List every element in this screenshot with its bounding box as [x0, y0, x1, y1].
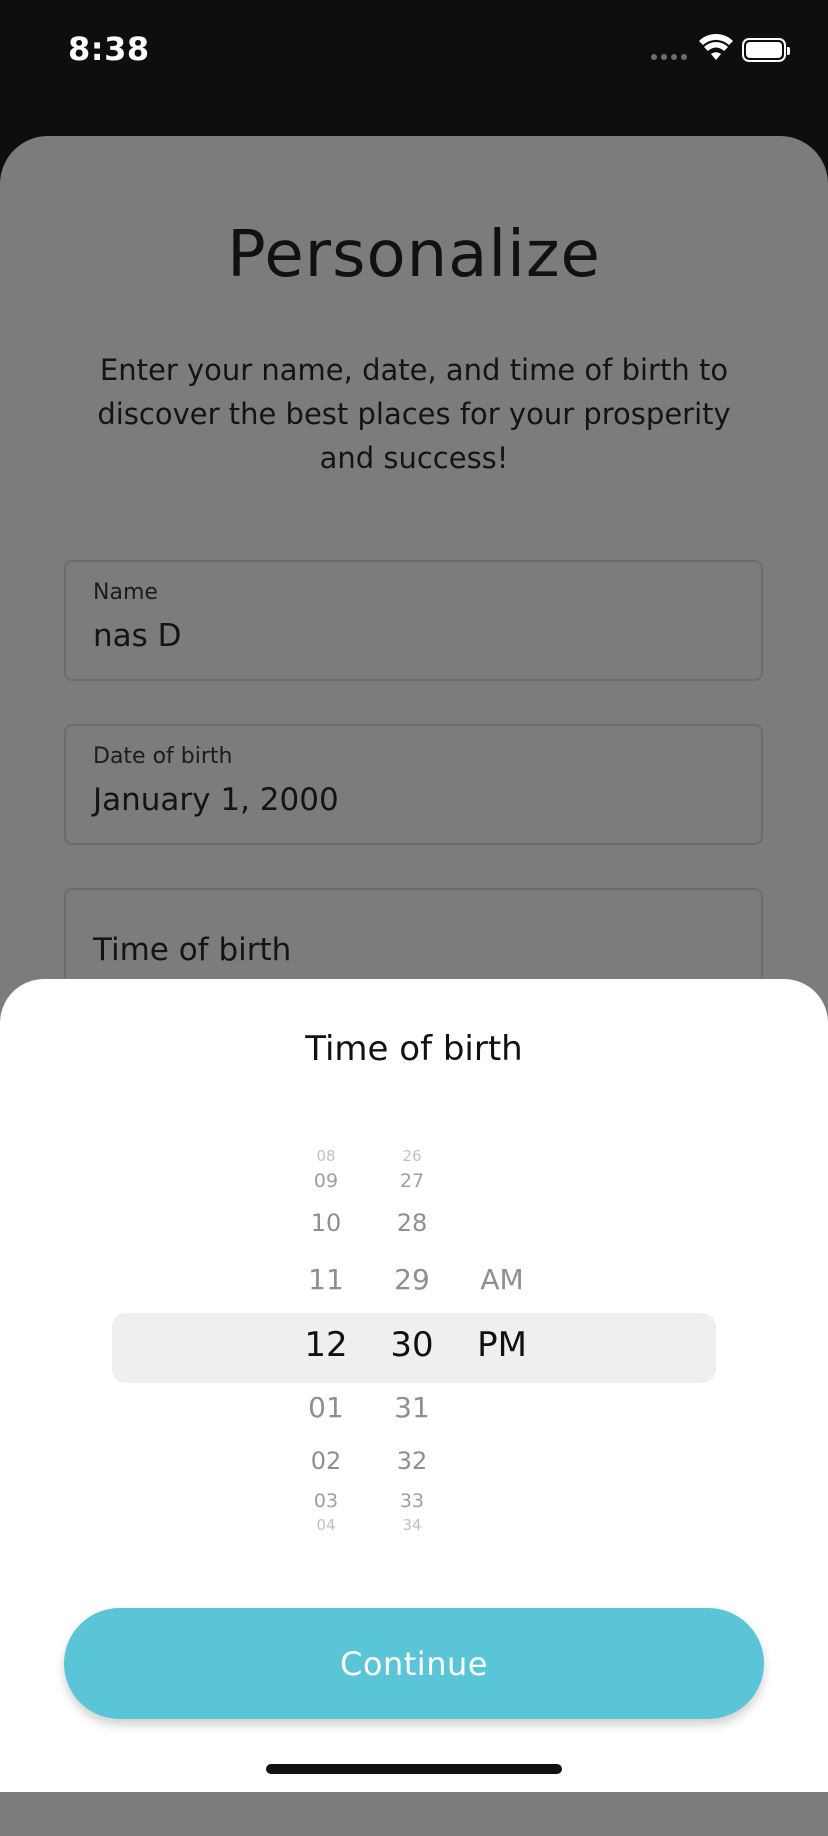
- battery-icon: [742, 38, 790, 62]
- time-of-birth-label: Time of birth: [93, 932, 292, 968]
- minute-option[interactable]: 28: [372, 1209, 452, 1237]
- date-of-birth-value: January 1, 2000: [93, 782, 339, 818]
- period-option-am[interactable]: AM: [462, 1263, 542, 1296]
- hour-option[interactable]: 11: [286, 1263, 366, 1296]
- hour-option-selected[interactable]: 12: [286, 1325, 366, 1365]
- minute-option[interactable]: 33: [372, 1490, 452, 1512]
- hour-option[interactable]: 08: [286, 1147, 366, 1165]
- minute-option[interactable]: 29: [372, 1263, 452, 1296]
- hour-option[interactable]: 01: [286, 1391, 366, 1424]
- name-field-value: nas D: [93, 618, 182, 654]
- cellular-signal-icon: [651, 54, 687, 60]
- name-field[interactable]: Name nas D: [64, 560, 763, 681]
- page-title: Personalize: [227, 218, 601, 292]
- date-of-birth-field[interactable]: Date of birth January 1, 2000: [64, 724, 763, 845]
- minute-option[interactable]: 31: [372, 1391, 452, 1424]
- hour-option[interactable]: 10: [286, 1209, 366, 1237]
- home-indicator: [266, 1764, 562, 1774]
- hour-option[interactable]: 04: [286, 1516, 366, 1534]
- minute-option[interactable]: 34: [372, 1516, 452, 1534]
- page-subtitle: Enter your name, date, and time of birth…: [97, 353, 731, 475]
- name-field-label: Name: [93, 580, 158, 605]
- minute-option[interactable]: 32: [372, 1447, 452, 1475]
- hour-option[interactable]: 02: [286, 1447, 366, 1475]
- wifi-icon: [699, 34, 733, 60]
- continue-button[interactable]: Continue: [64, 1608, 764, 1719]
- date-of-birth-label: Date of birth: [93, 744, 233, 769]
- hour-option[interactable]: 03: [286, 1490, 366, 1512]
- minute-option-selected[interactable]: 30: [372, 1325, 452, 1365]
- period-option-pm-selected[interactable]: PM: [462, 1325, 542, 1365]
- minute-option[interactable]: 27: [372, 1170, 452, 1192]
- minute-option[interactable]: 26: [372, 1147, 452, 1165]
- hour-option[interactable]: 09: [286, 1170, 366, 1192]
- status-time: 8:38: [68, 30, 150, 68]
